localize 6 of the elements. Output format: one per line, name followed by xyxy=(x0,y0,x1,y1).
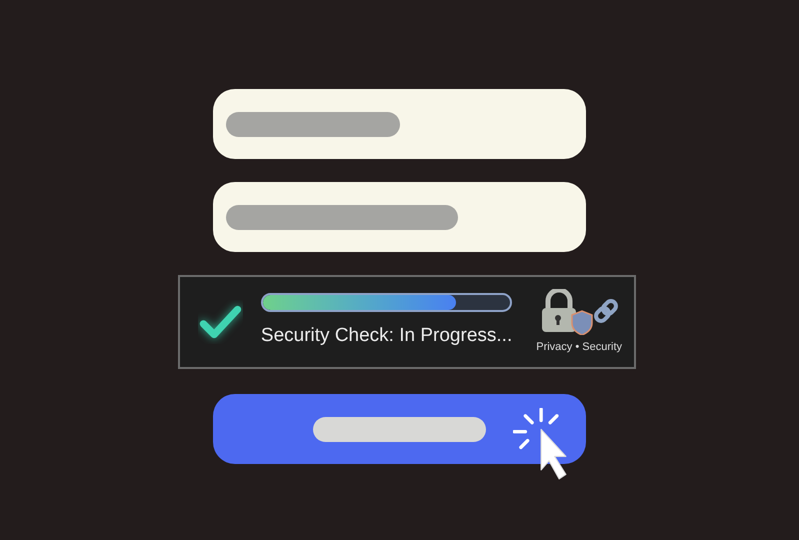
primary-button[interactable] xyxy=(213,394,586,464)
input-field[interactable] xyxy=(213,182,586,252)
status-text: Security Check: In Progress... xyxy=(260,324,512,348)
caption-text: Privacy • Security xyxy=(536,340,622,355)
input-field[interactable] xyxy=(213,89,586,159)
cursor-click-icon xyxy=(513,408,567,480)
